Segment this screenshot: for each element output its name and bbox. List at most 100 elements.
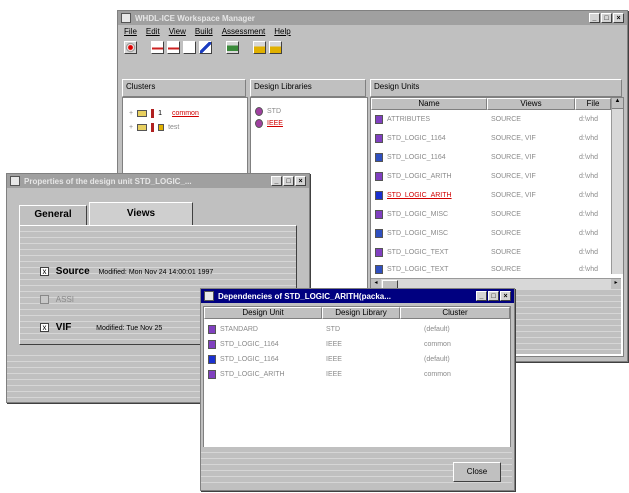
cluster-name[interactable]: test	[168, 124, 179, 131]
dependency-cluster: common	[424, 340, 451, 348]
unit-row[interactable]: STD_LOGIC_ARITH SOURCE, VIF d:\vhd	[375, 169, 611, 183]
unlock-icon[interactable]	[269, 41, 282, 54]
open-document-icon[interactable]	[167, 41, 180, 54]
unit-name: STD_LOGIC_MISC	[387, 210, 449, 218]
library-name[interactable]: IEEE	[267, 120, 283, 127]
column-cluster[interactable]: Cluster	[400, 307, 510, 319]
vertical-scrollbar[interactable]: ▲	[611, 98, 623, 274]
package-icon	[375, 114, 383, 124]
column-file[interactable]: File	[575, 98, 611, 110]
close-icon[interactable]: ×	[295, 176, 306, 186]
menu-assessment[interactable]: Assessment	[222, 27, 266, 36]
menu-file[interactable]: File	[124, 27, 137, 36]
source-modified: Modified: Mon Nov 24 14:00:01 1997	[98, 269, 214, 276]
column-design-library[interactable]: Design Library	[322, 307, 400, 319]
library-row[interactable]: IEEE	[255, 116, 283, 130]
vif-checkbox[interactable]: x	[40, 322, 49, 332]
lock-icon[interactable]	[253, 41, 266, 54]
view-row-source[interactable]: x Source Modified: Mon Nov 24 14:00:01 1…	[40, 266, 213, 277]
dependency-row[interactable]: STD_LOGIC_1164 IEEE common	[208, 337, 451, 351]
expand-icon[interactable]: +	[129, 110, 133, 117]
menu-view[interactable]: View	[169, 27, 186, 36]
minimize-icon[interactable]: _	[271, 176, 282, 186]
dependency-library: IEEE	[326, 370, 342, 378]
unit-row[interactable]: STD_LOGIC_1164 SOURCE, VIF d:\vhd	[375, 131, 611, 145]
cluster-row[interactable]: + test	[129, 120, 179, 134]
library-icon	[255, 118, 263, 128]
unit-file: d:\vhd	[579, 115, 599, 123]
unit-file: d:\vhd	[579, 248, 599, 256]
package-icon	[375, 209, 383, 219]
analyze-icon[interactable]	[226, 41, 239, 54]
maximize-icon[interactable]: □	[601, 13, 612, 23]
unit-name: STD_LOGIC_TEXT	[387, 265, 449, 273]
package-body-icon	[375, 264, 383, 274]
column-name[interactable]: Name	[371, 98, 487, 110]
cluster-number: 1	[158, 109, 162, 117]
maximize-icon[interactable]: □	[283, 176, 294, 186]
dependency-unit: STD_LOGIC_ARITH	[220, 370, 285, 378]
properties-titlebar[interactable]: Properties of the design unit STD_LOGIC_…	[7, 174, 309, 188]
pencil-icon	[151, 122, 155, 132]
unit-file: d:\vhd	[579, 210, 599, 218]
unit-views: SOURCE	[491, 229, 521, 237]
dependency-library: STD	[326, 325, 340, 333]
unit-row[interactable]: STD_LOGIC_TEXT SOURCE d:\vhd	[375, 262, 611, 276]
package-body-icon	[375, 152, 383, 162]
maximize-icon[interactable]: □	[488, 291, 499, 301]
unit-file: d:\vhd	[579, 172, 599, 180]
app-icon	[121, 13, 131, 23]
scroll-up-icon[interactable]: ▲	[612, 98, 623, 109]
unit-row[interactable]: STD_LOGIC_MISC SOURCE d:\vhd	[375, 226, 611, 240]
libraries-header[interactable]: Design Libraries	[250, 79, 366, 97]
library-icon	[255, 106, 263, 116]
column-design-unit[interactable]: Design Unit	[204, 307, 322, 319]
view-row-vif[interactable]: x VIF Modified: Tue Nov 25	[40, 322, 162, 333]
dependency-row[interactable]: STANDARD STD (default)	[208, 322, 450, 336]
close-icon[interactable]: ×	[613, 13, 624, 23]
library-name[interactable]: STD	[267, 108, 281, 115]
dependencies-titlebar[interactable]: Dependencies of STD_LOGIC_ARITH(packa...…	[201, 289, 514, 303]
scroll-right-icon[interactable]: ▸	[611, 279, 621, 289]
unit-views: SOURCE	[491, 248, 521, 256]
unit-file: d:\vhd	[579, 191, 599, 199]
minimize-icon[interactable]: _	[589, 13, 600, 23]
package-icon	[375, 171, 383, 181]
unit-row[interactable]: STD_LOGIC_MISC SOURCE d:\vhd	[375, 207, 611, 221]
cluster-row[interactable]: + 1 common	[129, 106, 199, 120]
unit-name: ATTRIBUTES	[387, 115, 431, 123]
unit-row[interactable]: ATTRIBUTES SOURCE d:\vhd	[375, 112, 611, 126]
close-button[interactable]: Close	[453, 462, 501, 482]
dependencies-list: Design Unit Design Library Cluster STAND…	[203, 306, 511, 448]
tab-general[interactable]: General	[19, 205, 87, 225]
dependency-unit: STANDARD	[220, 325, 258, 333]
close-icon[interactable]: ×	[500, 291, 511, 301]
menu-edit[interactable]: Edit	[146, 27, 160, 36]
menu-build[interactable]: Build	[195, 27, 213, 36]
view-row-assi[interactable]: ASSI	[40, 294, 74, 305]
unit-row[interactable]: STD_LOGIC_TEXT SOURCE d:\vhd	[375, 245, 611, 259]
dependency-row[interactable]: STD_LOGIC_ARITH IEEE common	[208, 367, 451, 381]
copy-document-icon[interactable]	[183, 41, 196, 54]
unit-views: SOURCE, VIF	[491, 153, 536, 161]
source-checkbox[interactable]: x	[40, 266, 49, 276]
target-icon[interactable]	[124, 41, 137, 54]
unit-row[interactable]: STD_LOGIC_1164 SOURCE, VIF d:\vhd	[375, 150, 611, 164]
units-header[interactable]: Design Units	[370, 79, 622, 97]
unit-row[interactable]: STD_LOGIC_ARITH SOURCE, VIF d:\vhd	[375, 188, 611, 202]
column-views[interactable]: Views	[487, 98, 575, 110]
assi-checkbox[interactable]	[40, 294, 49, 304]
dependency-cluster: (default)	[424, 325, 450, 333]
workspace-titlebar[interactable]: WHDL-ICE Workspace Manager _ □ ×	[118, 11, 627, 25]
menu-help[interactable]: Help	[274, 27, 290, 36]
expand-icon[interactable]: +	[129, 124, 133, 131]
minimize-icon[interactable]: _	[476, 291, 487, 301]
dependency-row[interactable]: STD_LOGIC_1164 IEEE (default)	[208, 352, 450, 366]
clusters-header[interactable]: Clusters	[122, 79, 246, 97]
cluster-name[interactable]: common	[172, 110, 199, 117]
delete-document-icon[interactable]	[199, 41, 212, 54]
new-document-icon[interactable]	[151, 41, 164, 54]
folder-icon	[137, 123, 148, 131]
tab-views[interactable]: Views	[89, 202, 193, 226]
properties-title: Properties of the design unit STD_LOGIC_…	[24, 176, 192, 186]
